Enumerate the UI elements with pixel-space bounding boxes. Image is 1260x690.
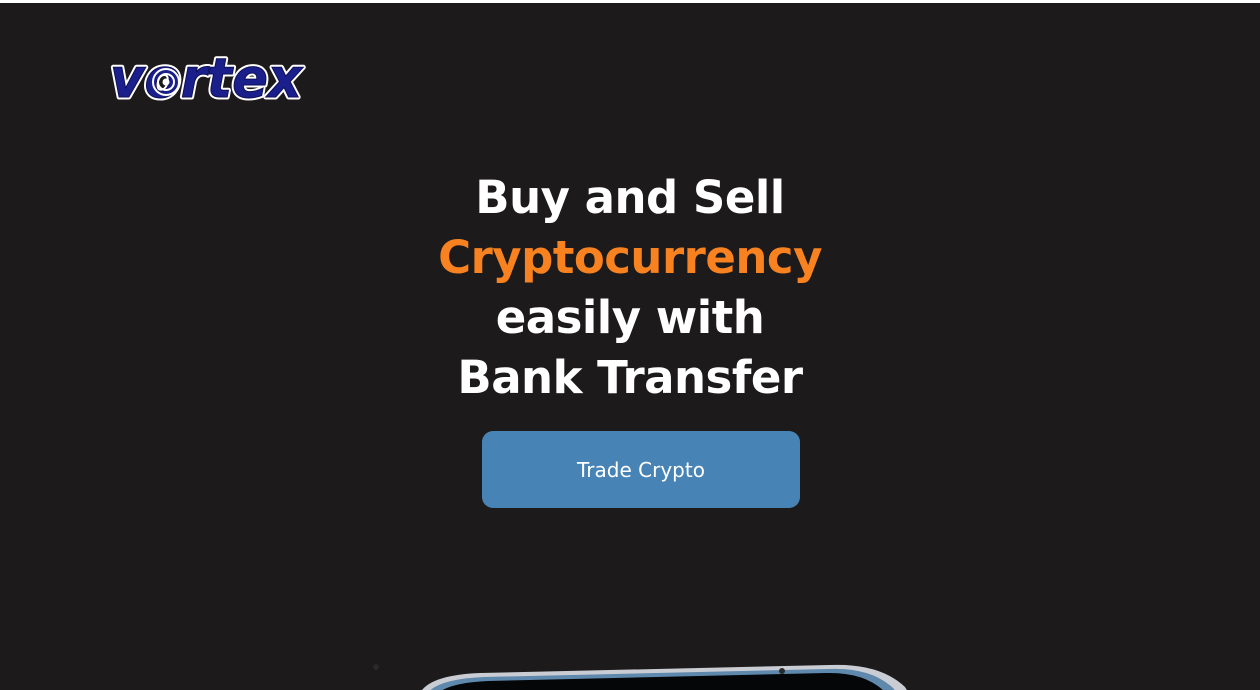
svg-text:vortex: vortex bbox=[110, 47, 304, 107]
hero-line-1: Buy and Sell bbox=[475, 171, 785, 224]
hero-line-3: easily with bbox=[495, 291, 765, 344]
phone-mockup-image bbox=[360, 651, 920, 690]
trade-crypto-button[interactable]: Trade Crypto bbox=[482, 431, 800, 508]
hero-line-2-highlight: Cryptocurrency bbox=[438, 231, 822, 284]
hero-line-4: Bank Transfer bbox=[457, 351, 803, 404]
vortex-logo-image: vortex vortex bbox=[108, 45, 307, 107]
vortex-logo[interactable]: vortex vortex bbox=[108, 45, 308, 107]
hero-headline: Buy and Sell Cryptocurrency easily with … bbox=[330, 168, 930, 408]
landing-page: vortex vortex Buy and Sell Cryptocurrenc… bbox=[0, 3, 1260, 690]
